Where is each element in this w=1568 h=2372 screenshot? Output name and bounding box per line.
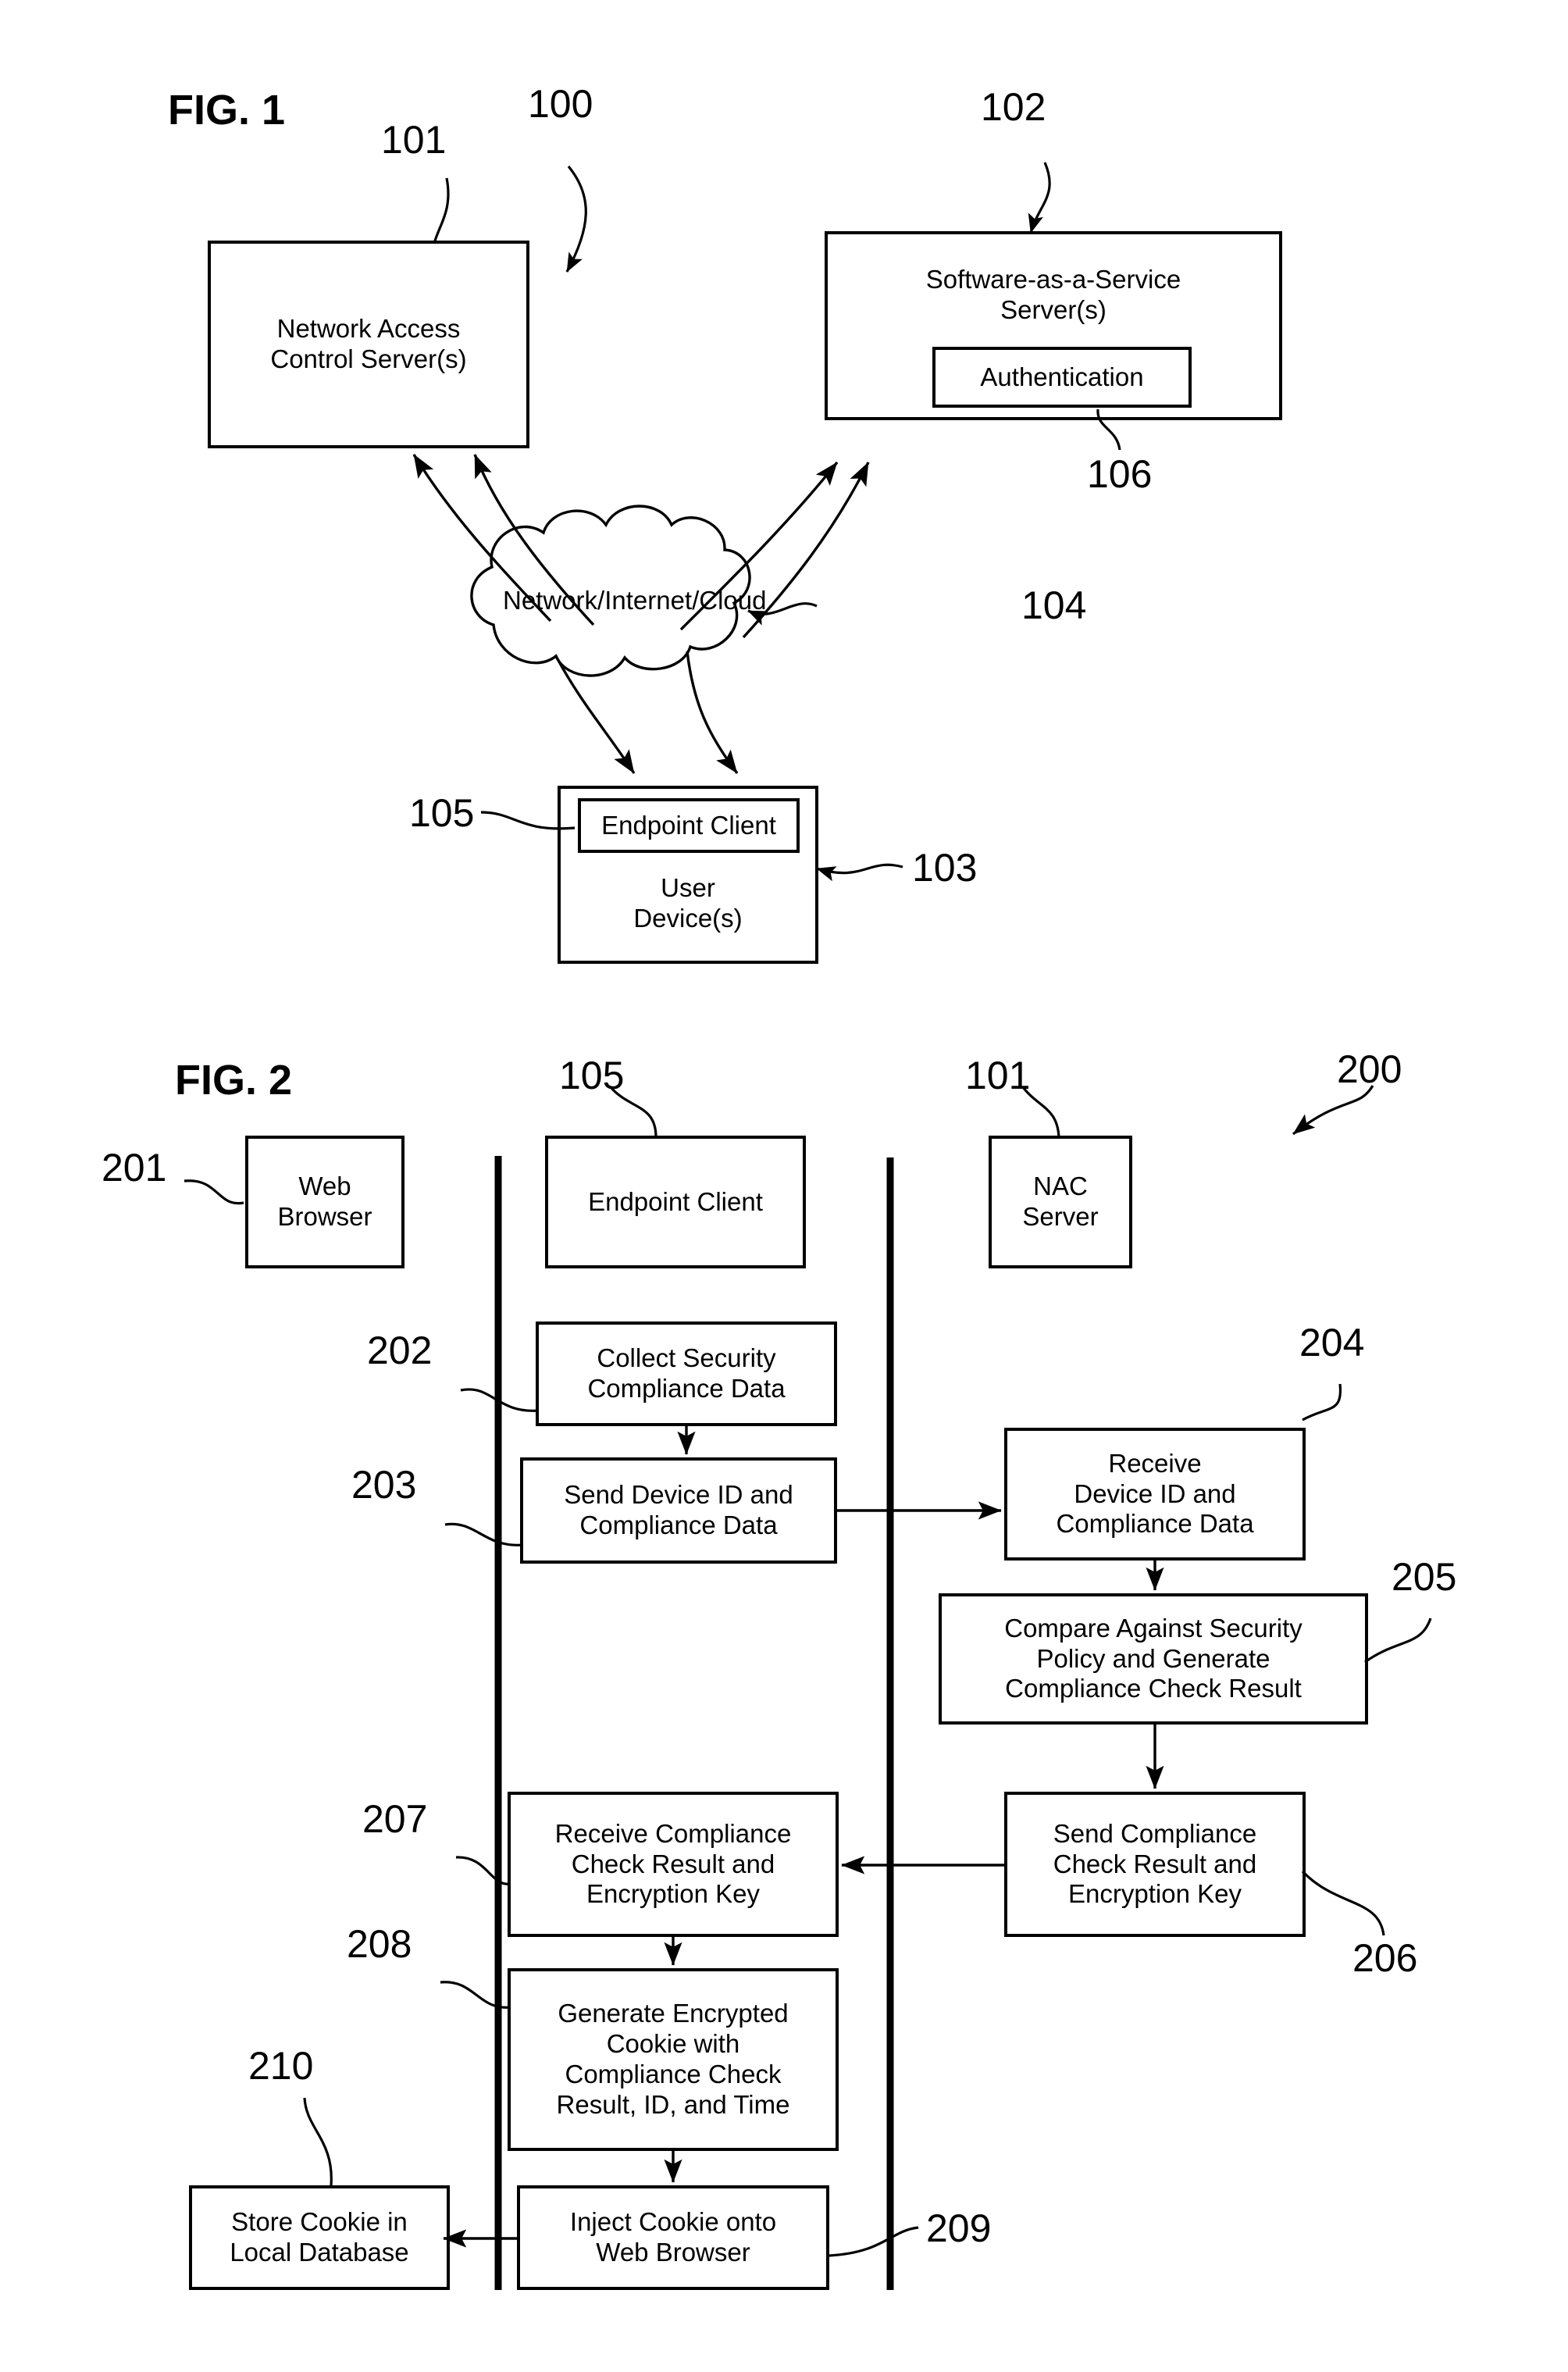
fig2-leader-200 — [1292, 1085, 1374, 1136]
fig2-ref-201: 201 — [102, 1146, 167, 1190]
fig1-authentication-label: Authentication — [980, 362, 1144, 391]
fig2-step-208-label: Generate Encrypted Cookie with Complianc… — [556, 1999, 790, 2119]
fig2-ref-105: 105 — [559, 1054, 625, 1097]
fig2-web-browser-label: Web Browser — [277, 1172, 372, 1231]
fig1-ref-103: 103 — [912, 846, 978, 890]
fig1-leader-102 — [1028, 162, 1051, 234]
fig2-step-204-label: Receive Device ID and Compliance Data — [1056, 1448, 1254, 1539]
fig2-ref-101: 101 — [965, 1054, 1031, 1097]
fig2-ref-210: 210 — [248, 2044, 314, 2088]
fig2-ref-209: 209 — [926, 2206, 992, 2250]
fig2-ref-203: 203 — [351, 1463, 417, 1507]
fig1-ref-101: 101 — [381, 118, 447, 162]
fig2-title: FIG. 2 — [175, 1057, 293, 1104]
fig1-ref-104: 104 — [1021, 583, 1087, 627]
fig2-step-209-label: Inject Cookie onto Web Browser — [569, 2207, 777, 2267]
fig2-ref-208: 208 — [347, 1922, 412, 1966]
fig2-step-207-label: Receive Compliance Check Result and Encr… — [554, 1818, 792, 1909]
fig2-step-202-label: Collect Security Compliance Data — [587, 1343, 786, 1403]
fig2-ref-202: 202 — [367, 1329, 433, 1372]
fig2-leader-201 — [184, 1179, 244, 1205]
fig1-saas-server-label: Software-as-a-Service Server(s) — [925, 265, 1181, 324]
fig1-ref-105: 105 — [409, 791, 475, 835]
fig1-ref-106: 106 — [1087, 452, 1153, 496]
fig1-arrow-cloud-to-device-a — [554, 655, 636, 774]
fig2-leader-205 — [1364, 1618, 1432, 1664]
fig2-ref-204: 204 — [1299, 1321, 1365, 1364]
fig1-title: FIG. 1 — [168, 87, 286, 134]
fig2-step-203-label: Send Device ID and Compliance Data — [564, 1480, 793, 1539]
fig2-ref-200: 200 — [1337, 1047, 1402, 1091]
fig1-endpoint-client-label: Endpoint Client — [601, 810, 776, 840]
fig2-ref-207: 207 — [362, 1797, 428, 1841]
fig2-endpoint-client-label: Endpoint Client — [588, 1186, 763, 1216]
fig2-leader-209 — [829, 2226, 919, 2257]
fig2-step-205-label: Compare Against Security Policy and Gene… — [1004, 1613, 1303, 1703]
fig2-leader-210 — [303, 2097, 333, 2186]
fig1-user-device-label: User Device(s) — [633, 873, 743, 933]
fig1-cloud-label: Network/Internet/Cloud — [503, 586, 767, 615]
fig1-nac-server-label: Network Access Control Server(s) — [270, 314, 467, 373]
fig2-leader-203 — [444, 1522, 524, 1546]
fig1-leader-103 — [816, 863, 903, 882]
fig1-ref-100: 100 — [528, 82, 593, 126]
fig1-leader-106 — [1096, 408, 1121, 451]
fig2-leader-204 — [1302, 1383, 1342, 1421]
fig1-arrow-cloud-to-device-b — [686, 651, 739, 775]
fig1-leader-101 — [433, 177, 450, 244]
patent-figure-sheet: FIG. 1 101 100 102 106 104 105 103 Netwo… — [0, 0, 1568, 2372]
fig1-leader-100 — [565, 165, 587, 273]
fig1-ref-102: 102 — [981, 85, 1046, 129]
fig2-ref-206: 206 — [1352, 1936, 1418, 1980]
fig2-ref-205: 205 — [1392, 1555, 1457, 1599]
fig2-leader-206 — [1301, 1870, 1385, 1936]
fig2-step-210-label: Store Cookie in Local Database — [230, 2207, 409, 2267]
fig2-step-206-label: Send Compliance Check Result and Encrypt… — [1053, 1818, 1257, 1909]
fig2-nac-server-label: NAC Server — [1022, 1172, 1099, 1231]
fig2-leader-207 — [455, 1856, 511, 1885]
